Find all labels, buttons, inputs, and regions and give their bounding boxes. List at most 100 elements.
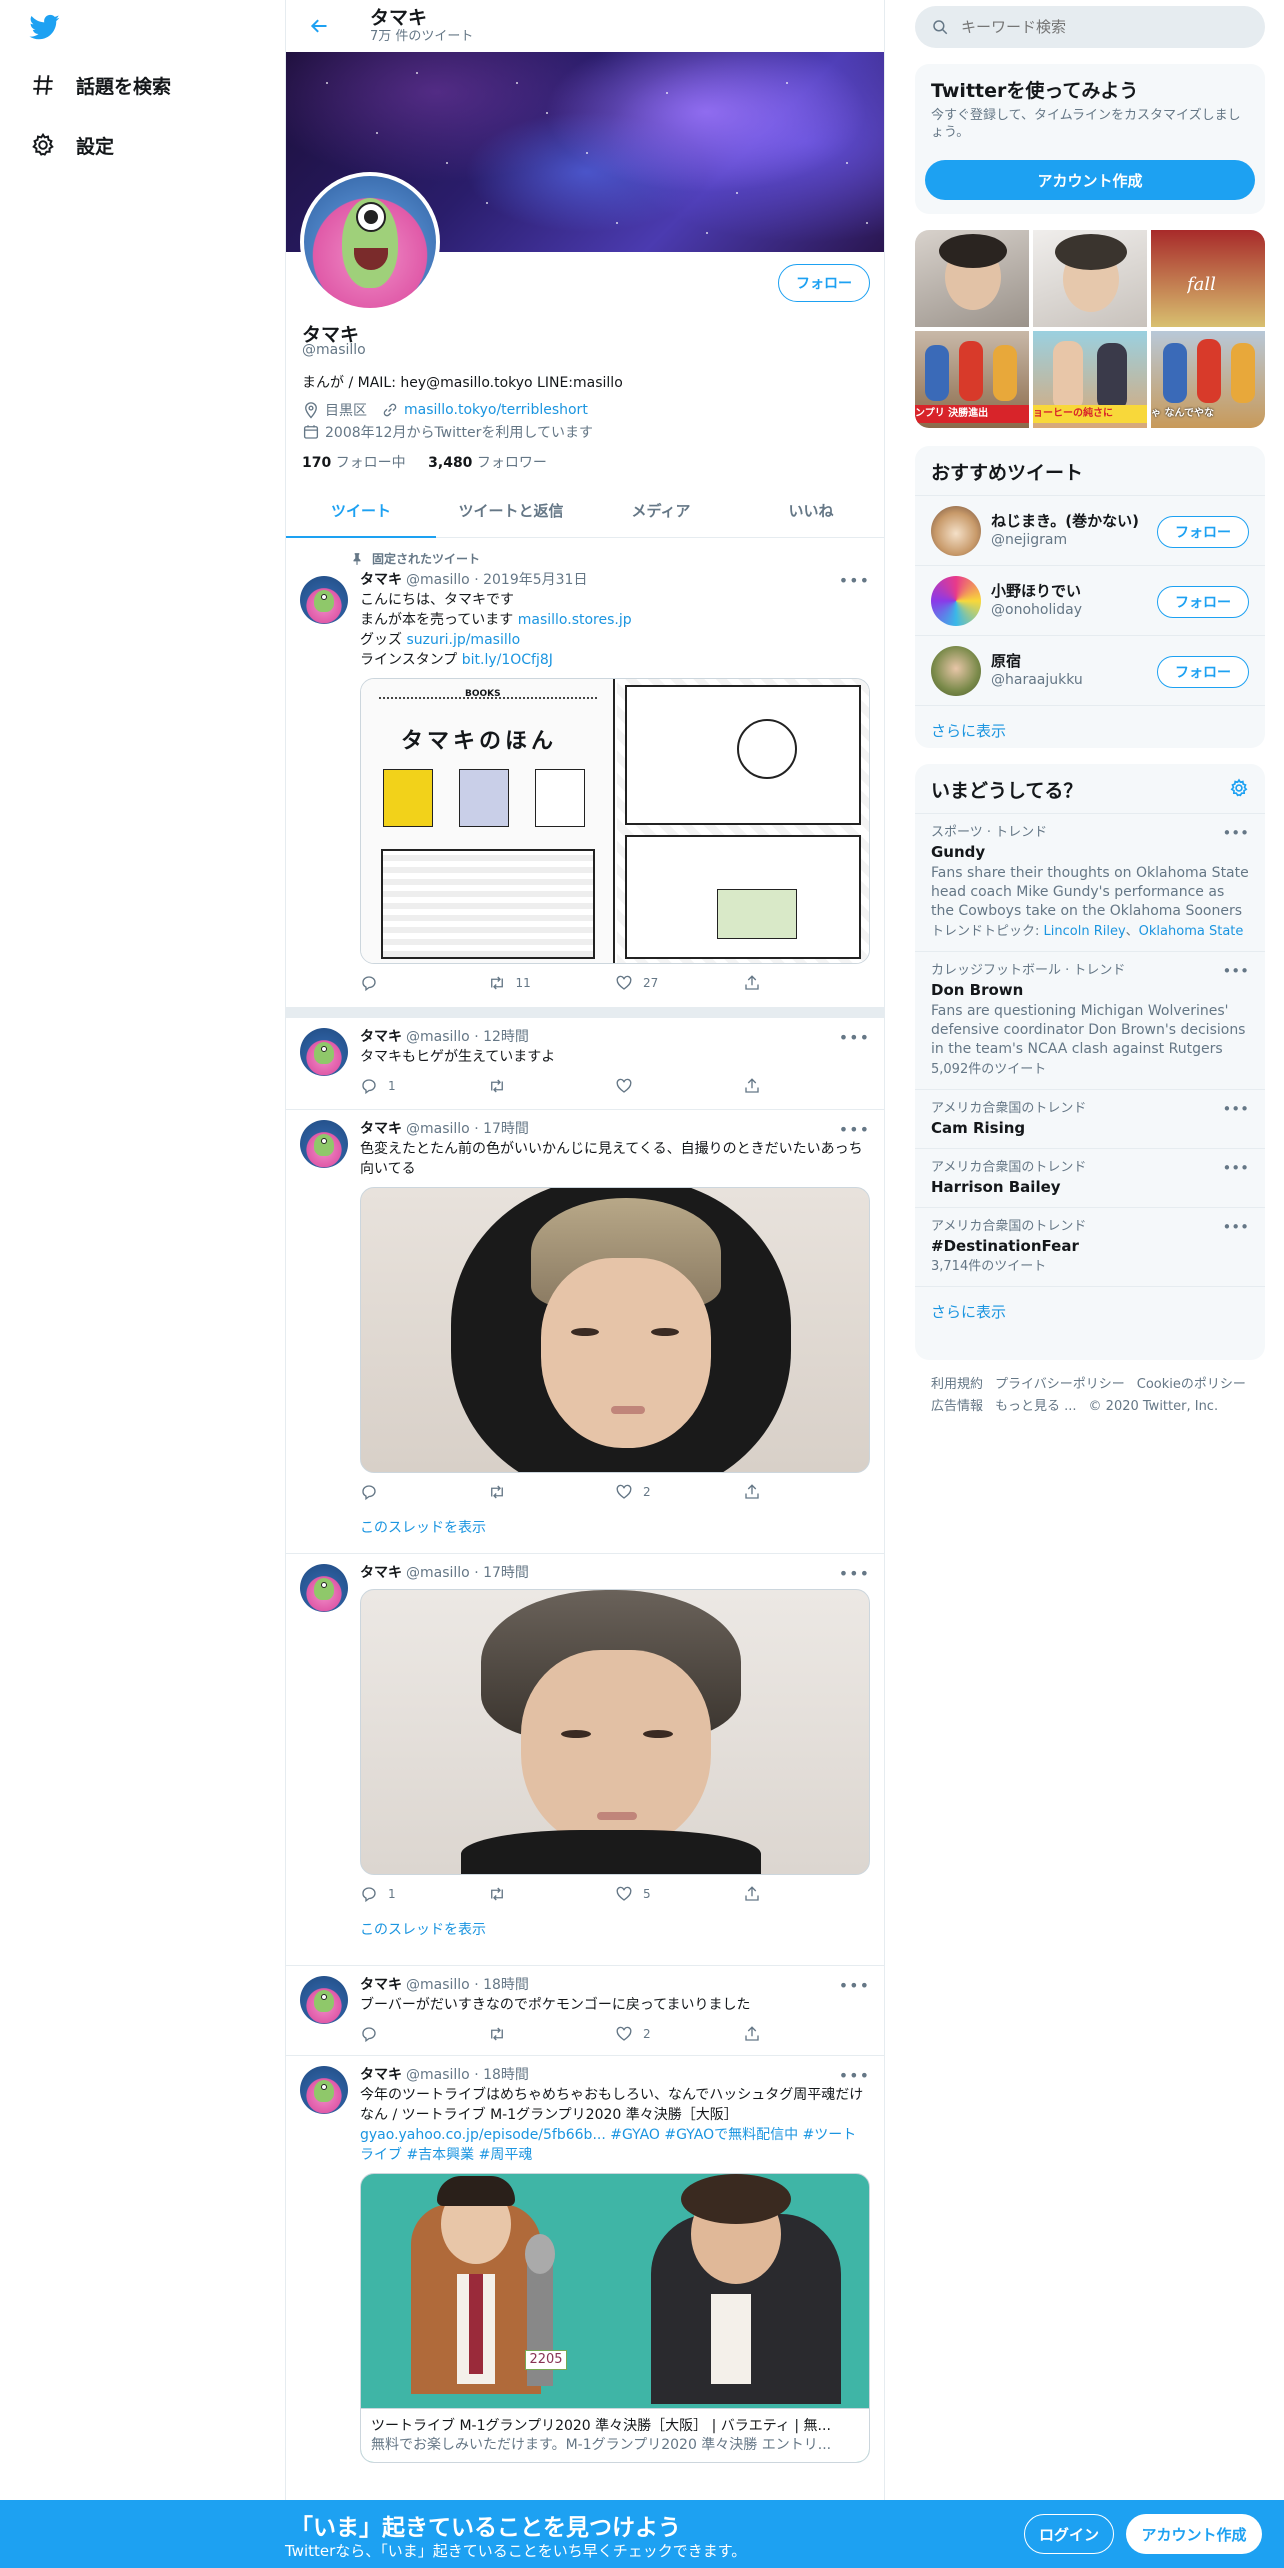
search-input[interactable] bbox=[961, 18, 1241, 36]
follow-button[interactable]: フォロー bbox=[778, 264, 870, 302]
tweet-link[interactable]: masillo.stores.jp bbox=[518, 612, 632, 628]
tweet[interactable]: タマキ @masillo · 17時間 ••• 色変えたとたん前の色がいいかんじ… bbox=[286, 1110, 884, 1554]
tab-media[interactable]: メディア bbox=[586, 484, 736, 537]
reply-button[interactable] bbox=[360, 974, 488, 992]
grid-photo[interactable]: fall bbox=[1151, 230, 1265, 327]
more-options-icon[interactable]: ••• bbox=[839, 571, 870, 590]
recommended-user[interactable]: ねじまき。(巻かない) @nejigram フォロー bbox=[915, 495, 1265, 565]
more-options-icon[interactable]: ••• bbox=[1222, 962, 1249, 980]
trend-item[interactable]: アメリカ合衆国のトレンド #DestinationFear 3,714件のツイー… bbox=[915, 1207, 1265, 1286]
tweet-link[interactable]: suzuri.jp/masillo bbox=[406, 632, 520, 648]
avatar[interactable] bbox=[931, 505, 981, 556]
retweet-button[interactable] bbox=[488, 1483, 616, 1501]
tweet-author-name[interactable]: タマキ bbox=[360, 2066, 402, 2085]
profile-url-link[interactable]: masillo.tokyo/terribleshort bbox=[404, 402, 588, 418]
retweet-button[interactable]: 11 bbox=[488, 974, 616, 992]
trend-item[interactable]: スポーツ · トレンド Gundy Fans share their thoug… bbox=[915, 813, 1265, 951]
avatar[interactable] bbox=[300, 2066, 348, 2114]
tweet-author-name[interactable]: タマキ bbox=[360, 1564, 402, 1583]
signup-button[interactable]: アカウント作成 bbox=[1126, 2514, 1262, 2554]
reply-button[interactable] bbox=[360, 1483, 488, 1501]
footer-ads-link[interactable]: 広告情報 bbox=[931, 1399, 983, 1414]
grid-photo[interactable]: ョーヒーの純さに bbox=[1033, 331, 1147, 428]
recommended-user[interactable]: 原宿 @haraajukku フォロー bbox=[915, 635, 1265, 705]
reply-button[interactable] bbox=[360, 2025, 488, 2043]
avatar[interactable] bbox=[300, 576, 348, 624]
trend-item[interactable]: アメリカ合衆国のトレンド Harrison Bailey ••• bbox=[915, 1148, 1265, 1207]
reply-button[interactable]: 1 bbox=[360, 1077, 488, 1095]
footer-cookie-link[interactable]: Cookieのポリシー bbox=[1137, 1377, 1246, 1392]
follow-button[interactable]: フォロー bbox=[1157, 516, 1249, 548]
like-button[interactable] bbox=[615, 1077, 743, 1095]
retweet-button[interactable] bbox=[488, 1077, 616, 1095]
tweet-time[interactable]: 2019年5月31日 bbox=[483, 571, 587, 590]
share-button[interactable] bbox=[743, 1483, 871, 1501]
trends-settings-gear-icon[interactable] bbox=[1229, 778, 1249, 798]
twitter-logo-icon[interactable] bbox=[28, 12, 62, 42]
tweet-media-photo[interactable] bbox=[360, 1187, 870, 1473]
tweet[interactable]: タマキ @masillo · 18時間 ••• ブーバーがだいすきなのでポケモン… bbox=[286, 1966, 884, 2056]
avatar[interactable] bbox=[300, 1120, 348, 1168]
more-options-icon[interactable]: ••• bbox=[839, 1976, 870, 1995]
link-card[interactable]: 2205 ツートライブ M-1グランプリ2020 準々決勝［大阪］ | バラエテ… bbox=[360, 2173, 870, 2463]
share-button[interactable] bbox=[743, 974, 871, 992]
tweet-author-name[interactable]: タマキ bbox=[360, 571, 402, 590]
more-options-icon[interactable]: ••• bbox=[1222, 1159, 1249, 1177]
show-thread-link[interactable]: このスレッドを表示 bbox=[360, 1905, 870, 1945]
back-button[interactable] bbox=[302, 9, 336, 43]
like-button[interactable]: 2 bbox=[615, 1483, 743, 1501]
followers-link[interactable]: 3,480 フォロワー bbox=[428, 455, 547, 471]
tweet-time[interactable]: 18時間 bbox=[483, 2066, 529, 2085]
recommended-user[interactable]: 小野ほりでい @onoholiday フォロー bbox=[915, 565, 1265, 635]
tweet[interactable]: タマキ @masillo · 18時間 ••• 今年のツートライブはめちゃめちゃ… bbox=[286, 2056, 884, 2516]
tweet-time[interactable]: 12時間 bbox=[483, 1028, 529, 1047]
tweet-author-name[interactable]: タマキ bbox=[360, 1120, 402, 1139]
show-more-link[interactable]: さらに表示 bbox=[915, 1286, 1265, 1336]
signup-card-button[interactable]: アカウント作成 bbox=[925, 160, 1255, 200]
share-button[interactable] bbox=[743, 2025, 871, 2043]
tweet-time[interactable]: 17時間 bbox=[483, 1564, 529, 1583]
tweet-pinned[interactable]: 固定されたツイート タマキ @masillo · 2019年5月31日 ••• … bbox=[286, 538, 884, 1008]
share-button[interactable] bbox=[743, 1077, 871, 1095]
more-options-icon[interactable]: ••• bbox=[839, 1564, 870, 1583]
trend-item[interactable]: アメリカ合衆国のトレンド Cam Rising ••• bbox=[915, 1089, 1265, 1148]
tweet-link[interactable]: bit.ly/1OCfj8J bbox=[462, 652, 553, 668]
search-box[interactable] bbox=[915, 6, 1265, 48]
following-link[interactable]: 170 フォロー中 bbox=[302, 455, 406, 471]
grid-photo[interactable]: ゃ なんでやな bbox=[1151, 331, 1265, 428]
nav-settings[interactable]: 設定 bbox=[30, 123, 114, 167]
tab-tweets[interactable]: ツイート bbox=[286, 484, 436, 538]
more-options-icon[interactable]: ••• bbox=[1222, 824, 1249, 842]
footer-more-link[interactable]: もっと見る ... bbox=[995, 1399, 1077, 1414]
tab-likes[interactable]: いいね bbox=[736, 484, 884, 537]
avatar[interactable] bbox=[931, 645, 981, 696]
show-more-link[interactable]: さらに表示 bbox=[915, 705, 1265, 748]
more-options-icon[interactable]: ••• bbox=[839, 2066, 870, 2085]
retweet-button[interactable] bbox=[488, 2025, 616, 2043]
avatar[interactable] bbox=[300, 1976, 348, 2024]
trend-topic-link[interactable]: Oklahoma State bbox=[1139, 924, 1244, 939]
trend-topic-link[interactable]: Lincoln Riley bbox=[1044, 924, 1126, 939]
reply-button[interactable]: 1 bbox=[360, 1885, 488, 1903]
nav-explore[interactable]: 話題を検索 bbox=[30, 63, 171, 107]
footer-terms-link[interactable]: 利用規約 bbox=[931, 1377, 983, 1392]
more-options-icon[interactable]: ••• bbox=[1222, 1218, 1249, 1236]
tweet-author-name[interactable]: タマキ bbox=[360, 1976, 402, 1995]
tweet-author-name[interactable]: タマキ bbox=[360, 1028, 402, 1047]
tweet[interactable]: タマキ @masillo · 17時間 ••• 1 5 このスレッドを表示 bbox=[286, 1554, 884, 1966]
follow-button[interactable]: フォロー bbox=[1157, 656, 1249, 688]
like-button[interactable]: 2 bbox=[615, 2025, 743, 2043]
tweet-time[interactable]: 17時間 bbox=[483, 1120, 529, 1139]
more-options-icon[interactable]: ••• bbox=[1222, 1100, 1249, 1118]
more-options-icon[interactable]: ••• bbox=[839, 1120, 870, 1139]
more-options-icon[interactable]: ••• bbox=[839, 1028, 870, 1047]
tweet-media-manga[interactable]: BOOKS タマキのほん bbox=[360, 678, 870, 964]
show-thread-link[interactable]: このスレッドを表示 bbox=[360, 1503, 870, 1543]
tweet-media-photo[interactable] bbox=[360, 1589, 870, 1875]
avatar[interactable] bbox=[300, 1564, 348, 1612]
tab-tweets-replies[interactable]: ツイートと返信 bbox=[436, 484, 586, 537]
like-button[interactable]: 5 bbox=[615, 1885, 743, 1903]
grid-photo[interactable] bbox=[1033, 230, 1147, 327]
like-button[interactable]: 27 bbox=[615, 974, 743, 992]
tweet-time[interactable]: 18時間 bbox=[483, 1976, 529, 1995]
